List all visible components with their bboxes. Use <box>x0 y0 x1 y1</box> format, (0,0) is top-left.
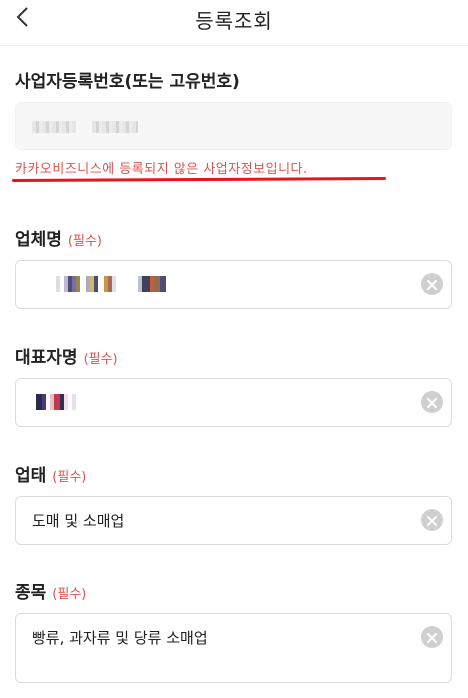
close-icon <box>427 628 437 647</box>
masked-number-part-1 <box>32 121 76 133</box>
company-name-field[interactable] <box>15 260 452 309</box>
representative-label: 대표자명 (필수) <box>15 343 118 368</box>
redacted-company-name <box>46 276 182 292</box>
business-type-label-text: 업태 <box>15 466 47 486</box>
business-item-label-text: 종목 <box>15 583 47 603</box>
business-item-label: 종목 (필수) <box>15 578 86 603</box>
clear-business-item-button[interactable] <box>421 626 443 648</box>
representative-field[interactable] <box>15 378 452 427</box>
clear-company-name-button[interactable] <box>421 273 443 295</box>
business-number-label: 사업자등록번호(또는 고유번호) <box>15 72 240 92</box>
close-icon <box>427 393 437 412</box>
required-mark: (필수) <box>52 470 87 485</box>
company-name-label: 업체명 (필수) <box>15 225 102 250</box>
required-mark: (필수) <box>67 234 102 249</box>
required-mark: (필수) <box>52 587 87 602</box>
required-mark: (필수) <box>83 352 118 367</box>
close-icon <box>427 511 437 530</box>
business-type-value: 도매 및 소매업 <box>32 512 125 530</box>
redacted-representative-name <box>36 394 86 410</box>
close-icon <box>427 275 437 294</box>
business-item-field[interactable]: 빵류, 과자류 및 당류 소매업 <box>15 613 452 683</box>
business-type-label: 업태 (필수) <box>15 461 86 486</box>
clear-business-type-button[interactable] <box>421 509 443 531</box>
top-bar: 등록조회 <box>0 0 468 46</box>
masked-number-part-2 <box>92 121 138 133</box>
page-title: 등록조회 <box>195 9 273 33</box>
business-number-input[interactable] <box>15 102 452 150</box>
business-type-field[interactable]: 도매 및 소매업 <box>15 496 452 545</box>
representative-label-text: 대표자명 <box>15 348 78 368</box>
error-underline <box>11 177 387 182</box>
business-item-value: 빵류, 과자류 및 당류 소매업 <box>32 629 208 647</box>
clear-representative-button[interactable] <box>421 391 443 413</box>
business-number-error: 카카오비즈니스에 등록되지 않은 사업자정보입니다. <box>15 162 308 177</box>
company-name-label-text: 업체명 <box>15 230 62 250</box>
